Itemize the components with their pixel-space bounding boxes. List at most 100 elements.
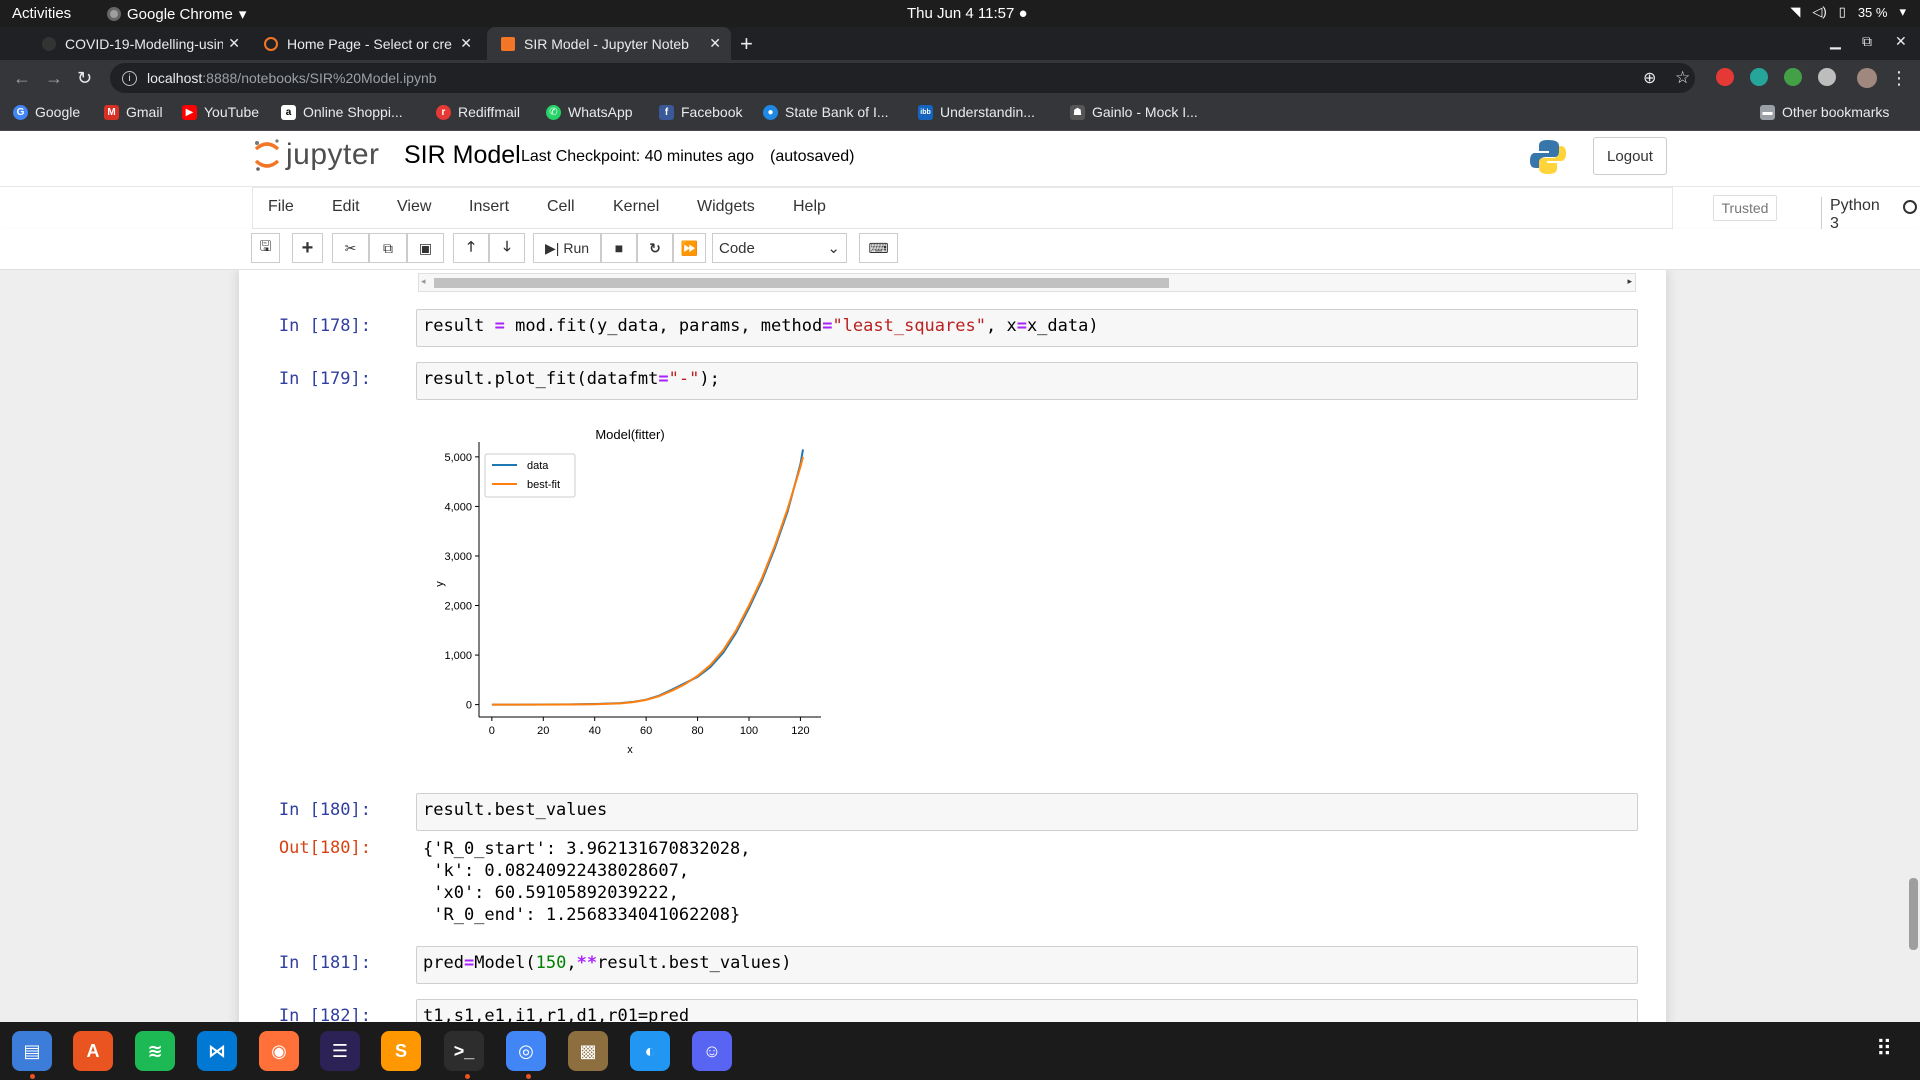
horizontal-scrollbar[interactable]: ◂ ▸ [418, 273, 1636, 292]
bookmark-whatsapp[interactable]: ✆ WhatsApp [546, 104, 633, 120]
code-cell-180[interactable]: result.best_values [416, 793, 1638, 831]
insert-cell-icon[interactable]: + [292, 233, 323, 263]
app-grid-icon[interactable]: ⠿ [1876, 1036, 1894, 1062]
save-icon[interactable]: 🖫 [251, 233, 280, 263]
menu-cell[interactable]: Cell [547, 198, 575, 216]
kebab-menu-icon[interactable]: ⋮ [1890, 68, 1908, 89]
fast-forward-icon[interactable]: ⏩ [673, 233, 706, 263]
notebook-menubar: File Edit View Insert Cell Kernel Widget… [0, 187, 1920, 233]
terminal-icon[interactable]: >_ [444, 1031, 484, 1071]
extensions-area [1716, 68, 1836, 86]
close-icon[interactable]: ✕ [228, 35, 240, 52]
bookmark-state-bank[interactable]: ● State Bank of I... [763, 104, 889, 120]
extension-icon[interactable] [1716, 68, 1734, 86]
keyboard-icon[interactable]: ⌨ [859, 233, 898, 263]
notebook-name[interactable]: SIR Model [404, 141, 521, 170]
running-indicator [465, 1074, 470, 1079]
tab-home-page[interactable]: Home Page - Select or cre ✕ [250, 27, 482, 60]
bookmark-gainlo[interactable]: ☗ Gainlo - Mock I... [1070, 104, 1198, 120]
firefox-icon[interactable]: ◉ [259, 1031, 299, 1071]
window-close-icon[interactable]: ✕ [1895, 33, 1907, 50]
chrome-icon[interactable]: ◎ [506, 1031, 546, 1071]
forward-icon[interactable]: → [45, 68, 63, 89]
scrollbar-thumb[interactable] [1909, 878, 1918, 950]
bookmark-label: Rediffmail [458, 104, 520, 120]
scrollbar-thumb[interactable] [434, 278, 1169, 288]
menu-widgets[interactable]: Widgets [697, 198, 755, 216]
back-icon[interactable]: ← [13, 68, 31, 89]
jupyter-logo-text: jupyter [286, 138, 380, 171]
dosbox-icon[interactable]: ▩ [568, 1031, 608, 1071]
interrupt-icon[interactable]: ■ [601, 233, 637, 263]
reload-icon[interactable]: ↻ [77, 68, 92, 89]
notebook-area[interactable]: ◂ ▸ In [178]: result = mod.fit(y_data, p… [0, 270, 1920, 1022]
code-cell-181[interactable]: pred=Model(150,**result.best_values) [416, 946, 1638, 984]
tab-covid[interactable]: COVID-19-Modelling-usin ✕ [28, 27, 250, 60]
page-vertical-scrollbar[interactable] [1906, 270, 1920, 1022]
run-button[interactable]: ▶| Run [533, 233, 601, 263]
bookmark-rediffmail[interactable]: r Rediffmail [436, 104, 520, 120]
bookmark-google[interactable]: G Google [13, 104, 80, 120]
sublime-icon[interactable]: S [381, 1031, 421, 1071]
vscode-icon[interactable]: ⋈ [197, 1031, 237, 1071]
menu-kernel[interactable]: Kernel [613, 198, 659, 216]
activities-button[interactable]: Activities [12, 5, 71, 22]
minimize-icon[interactable]: ▁ [1830, 33, 1841, 50]
close-icon[interactable]: ✕ [460, 35, 472, 52]
extension-icon[interactable] [1750, 68, 1768, 86]
bookmark-gmail[interactable]: M Gmail [104, 104, 163, 120]
copy-icon[interactable]: ⧉ [369, 233, 407, 263]
address-bar[interactable]: i localhost :8888/notebooks/SIR%20Model.… [110, 63, 1695, 93]
star-icon[interactable]: ☆ [1675, 68, 1690, 88]
software-icon[interactable]: A [73, 1031, 113, 1071]
trusted-badge[interactable]: Trusted [1713, 195, 1777, 221]
ubuntu-sync-icon[interactable]: ◐ [630, 1031, 670, 1071]
code-cell-178[interactable]: result = mod.fit(y_data, params, method=… [416, 309, 1638, 347]
info-icon[interactable]: i [122, 70, 137, 86]
files-icon[interactable]: ▤ [12, 1031, 52, 1071]
logout-button[interactable]: Logout [1593, 137, 1667, 175]
restart-icon[interactable]: ↻ [637, 233, 673, 263]
discord-icon[interactable]: ☺ [692, 1031, 732, 1071]
bookmark-youtube[interactable]: ▶ YouTube [182, 104, 259, 120]
code-cell-179[interactable]: result.plot_fit(datafmt="-"); [416, 362, 1638, 400]
scroll-left-icon[interactable]: ◂ [421, 276, 426, 287]
jupyter-logo[interactable]: jupyter [252, 137, 380, 173]
clock[interactable]: Thu Jun 4 11:57 ● [907, 5, 1028, 22]
menu-help[interactable]: Help [793, 198, 826, 216]
extension-icon[interactable] [1818, 68, 1836, 86]
bookmark-label: Online Shoppi... [303, 104, 403, 120]
scroll-right-icon[interactable]: ▸ [1627, 276, 1632, 287]
cell-prompt: In [178]: [278, 316, 371, 336]
move-up-icon[interactable]: 🡑 [453, 233, 489, 263]
eclipse-icon[interactable]: ☰ [320, 1031, 360, 1071]
zoom-icon[interactable]: ⊕ [1643, 68, 1656, 88]
menu-insert[interactable]: Insert [469, 198, 509, 216]
cut-icon[interactable]: ✂ [332, 233, 369, 263]
download-extension-icon[interactable] [1784, 68, 1802, 86]
menu-edit[interactable]: Edit [332, 198, 360, 216]
output-prompt: Out[180]: [278, 838, 371, 858]
system-tray[interactable]: ◥ ◁) ▯ 35 % ▾ [1790, 4, 1906, 20]
restore-icon[interactable]: ⧉ [1862, 33, 1872, 50]
paste-icon[interactable]: ▣ [407, 233, 444, 263]
x-tick-label: 40 [589, 725, 601, 737]
bookmark-understanding[interactable]: ibb Understandin... [918, 104, 1035, 120]
bookmark-online-shopping[interactable]: a Online Shoppi... [281, 104, 403, 120]
spotify-icon[interactable]: ≋ [135, 1031, 175, 1071]
avatar[interactable] [1857, 68, 1877, 88]
bookmark-facebook[interactable]: f Facebook [659, 104, 742, 120]
new-tab-icon[interactable]: + [740, 31, 753, 57]
y-tick-label: 3,000 [444, 551, 472, 563]
kernel-name[interactable]: Python 3 [1821, 197, 1880, 233]
menu-view[interactable]: View [397, 198, 431, 216]
tab-sir-model[interactable]: SIR Model - Jupyter Noteb ✕ [487, 27, 731, 60]
close-icon[interactable]: ✕ [709, 35, 721, 52]
code-cell-182[interactable]: t1,s1,e1,i1,r1,d1,r01=pred [416, 999, 1638, 1022]
battery-percent: 35 % [1857, 4, 1888, 20]
cell-type-select[interactable]: Code ⌄ [712, 233, 847, 263]
move-down-icon[interactable]: 🡓 [489, 233, 525, 263]
other-bookmarks[interactable]: ▬ Other bookmarks [1760, 104, 1889, 120]
app-menu[interactable]: Google Chrome ▾ [107, 5, 246, 23]
menu-file[interactable]: File [268, 198, 294, 216]
